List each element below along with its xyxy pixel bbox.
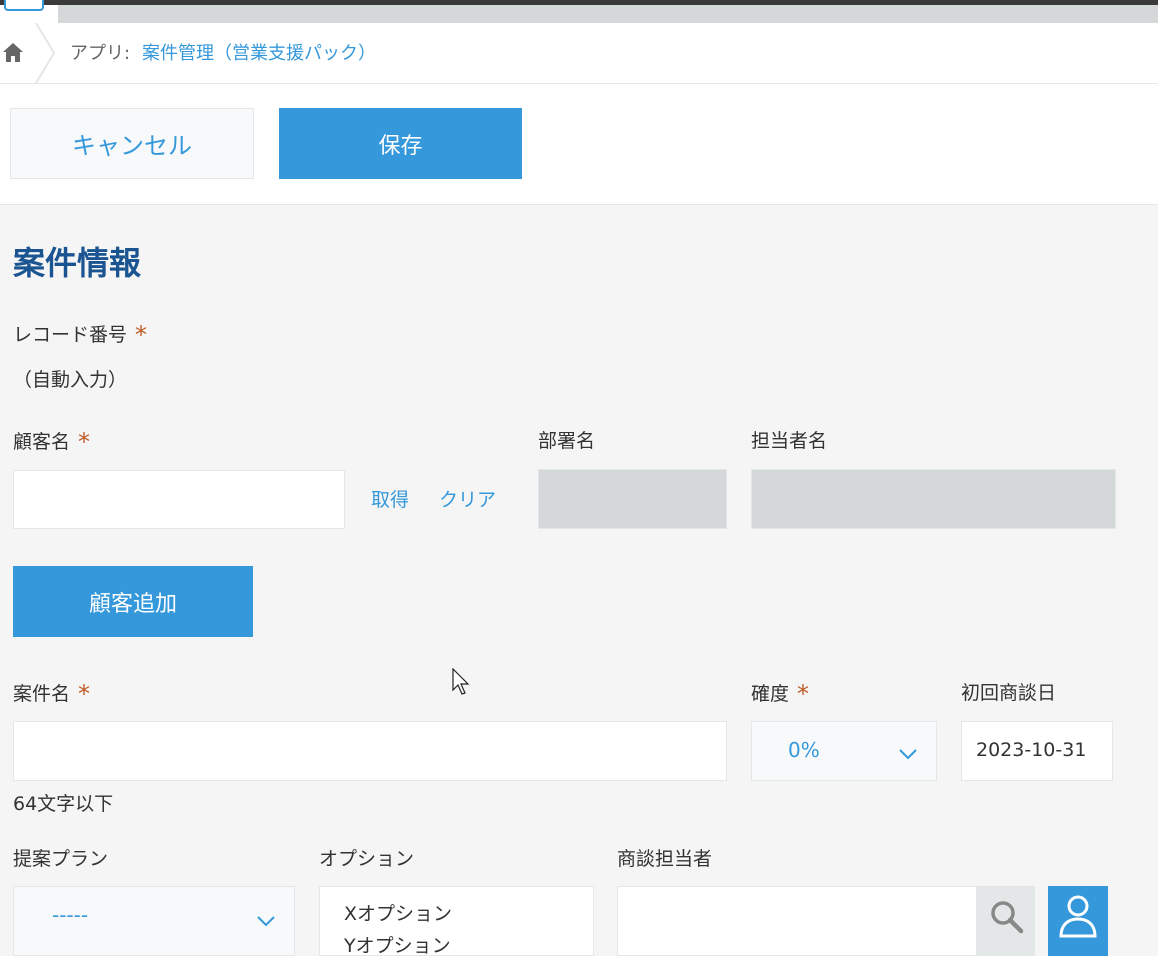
add-customer-button[interactable]: 顧客追加 [13, 566, 253, 637]
options-label: オプション [319, 848, 415, 870]
user-select-button[interactable] [1048, 886, 1108, 956]
options-list[interactable]: Xオプション Yオプション [319, 886, 594, 956]
proposal-plan-label: 提案プラン [13, 848, 109, 870]
tab-strip [58, 5, 1158, 23]
search-icon [989, 899, 1025, 939]
breadcrumb-separator-icon [32, 22, 60, 84]
option-item[interactable]: Xオプション [344, 899, 452, 926]
probability-select[interactable]: 0% [751, 721, 937, 781]
customer-name-label: 顧客名 * [13, 428, 91, 456]
sales-rep-label: 商談担当者 [617, 848, 713, 870]
record-number-label: レコード番号 * [13, 321, 148, 349]
deal-name-label: 案件名 * [13, 680, 91, 708]
first-meeting-date-input[interactable]: 2023-10-31 [961, 721, 1113, 781]
deal-name-hint: 64文字以下 [13, 793, 114, 815]
save-button[interactable]: 保存 [279, 108, 522, 179]
first-meeting-date-value: 2023-10-31 [976, 739, 1087, 761]
home-icon[interactable] [2, 40, 24, 64]
user-icon [1057, 892, 1099, 942]
cancel-button[interactable]: キャンセル [10, 108, 254, 179]
section-title: 案件情報 [13, 244, 142, 282]
customer-name-input[interactable] [13, 470, 345, 529]
probability-selected: 0% [788, 738, 820, 762]
probability-label: 確度 * [751, 680, 810, 708]
mouse-cursor-icon [452, 667, 472, 696]
fetch-link[interactable]: 取得 [371, 485, 409, 512]
contact-person-label: 担当者名 [751, 430, 828, 452]
deal-name-input[interactable] [13, 721, 727, 781]
app-logo[interactable] [4, 0, 44, 11]
chevron-down-icon [898, 742, 918, 766]
breadcrumb-app-link[interactable]: 案件管理（営業支援パック） [142, 39, 376, 65]
contact-person-field [751, 469, 1116, 529]
required-mark: * [78, 428, 91, 456]
first-meeting-date-label: 初回商談日 [961, 682, 1057, 704]
breadcrumb-prefix: アプリ: [70, 43, 131, 64]
proposal-plan-select[interactable]: ----- [13, 886, 295, 956]
required-mark: * [78, 680, 91, 708]
record-number-value: （自動入力） [13, 369, 128, 391]
proposal-plan-selected: ----- [52, 903, 89, 927]
required-mark: * [135, 321, 148, 349]
department-label: 部署名 [538, 430, 596, 452]
department-field [538, 469, 727, 529]
search-button[interactable] [977, 886, 1035, 956]
clear-link[interactable]: クリア [439, 485, 496, 512]
chevron-down-icon [256, 909, 276, 933]
sales-rep-input[interactable] [617, 886, 977, 956]
required-mark: * [797, 680, 810, 708]
